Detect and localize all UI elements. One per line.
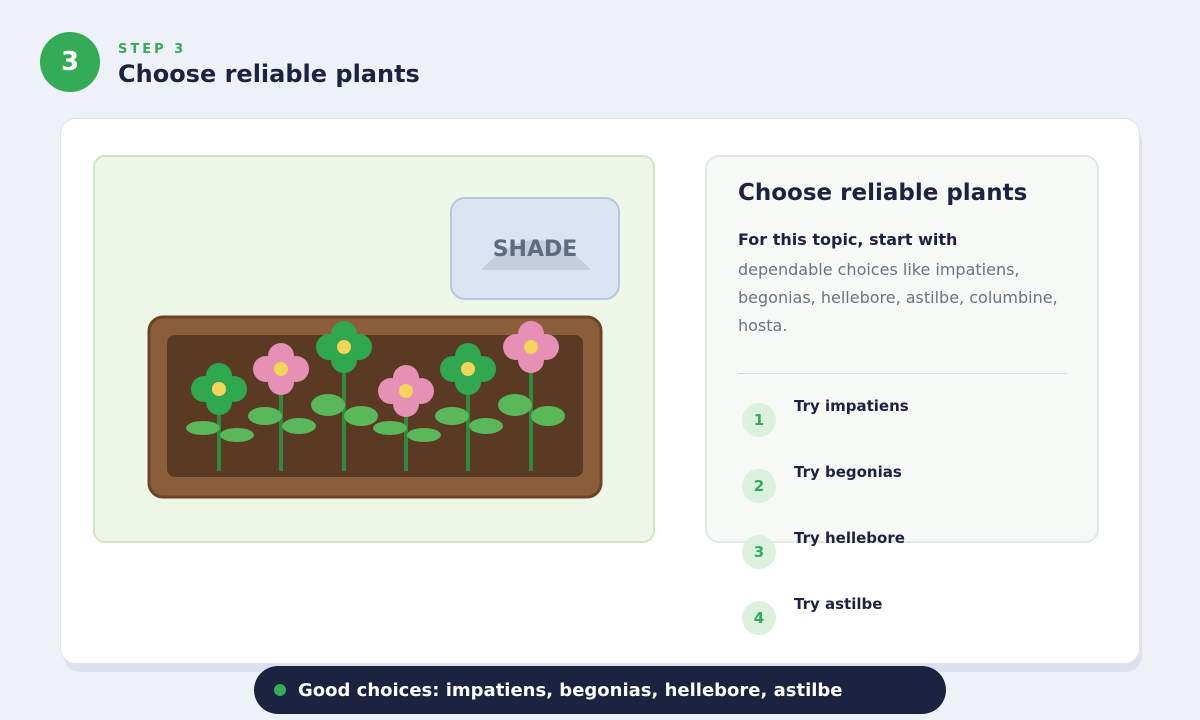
- page-title: Choose reliable plants: [118, 60, 420, 88]
- planter-illustration: SHADE: [147, 197, 620, 499]
- step-number-badge: 3: [40, 32, 100, 92]
- info-title: Choose reliable plants: [738, 180, 1028, 206]
- tip-label: Try begonias: [794, 463, 902, 481]
- shade-sign: SHADE: [450, 197, 620, 300]
- tip-number-badge: 2: [742, 469, 776, 503]
- tip-item: 3 Try hellebore: [742, 529, 1042, 569]
- tip-number-badge: 4: [742, 601, 776, 635]
- tip-label: Try impatiens: [794, 397, 909, 415]
- tip-label: Try astilbe: [794, 595, 883, 613]
- info-description: dependable choices like impatiens, begon…: [738, 260, 1058, 335]
- tip-number-badge: 1: [742, 403, 776, 437]
- tip-item: 4 Try astilbe: [742, 595, 1042, 635]
- step-label: STEP 3: [118, 42, 187, 57]
- tip-label: Try hellebore: [794, 529, 905, 547]
- tip-item: 2 Try begonias: [742, 463, 1042, 503]
- tip-item: 1 Try impatiens: [742, 397, 1042, 437]
- illustration-panel: SHADE: [93, 155, 655, 543]
- tip-number-badge: 3: [742, 535, 776, 569]
- summary-banner: Good choices: impatiens, begonias, helle…: [254, 666, 946, 714]
- status-dot-icon: [274, 684, 286, 696]
- divider: [738, 373, 1067, 374]
- shade-sign-text: SHADE: [493, 237, 578, 262]
- info-lead-text: For this topic, start with: [738, 230, 958, 249]
- summary-text: Good choices: impatiens, begonias, helle…: [298, 679, 843, 701]
